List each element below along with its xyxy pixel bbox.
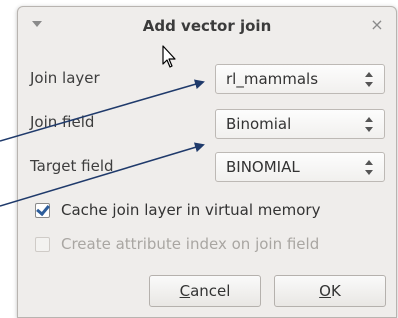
annotation-overlay [0,45,205,207]
annotation-arrow-join-layer [0,79,205,142]
annotation-arrow-target-field [0,142,205,207]
mouse-pointer-icon [162,45,176,68]
